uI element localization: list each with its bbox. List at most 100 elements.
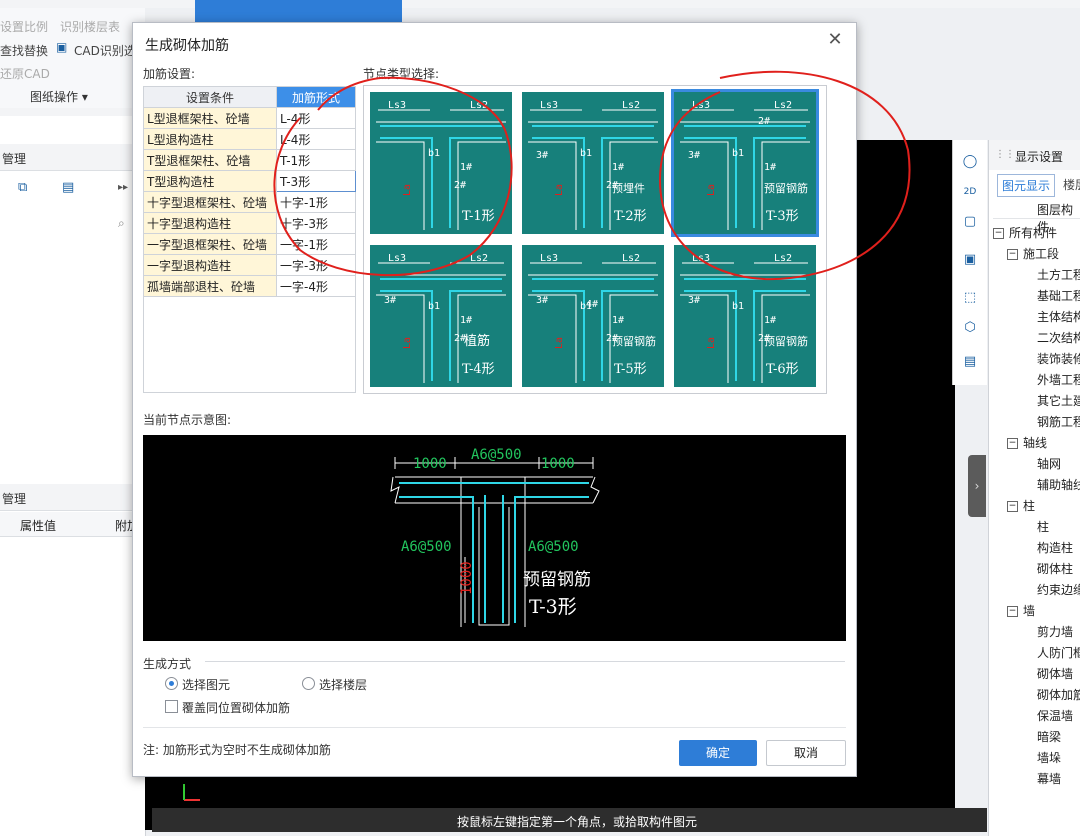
tree-item[interactable]: 柱 xyxy=(1021,518,1049,535)
active-tab-strip xyxy=(195,0,402,22)
view-2d-icon[interactable]: 2D xyxy=(960,182,980,202)
tree-item[interactable]: 其它土建 xyxy=(1021,392,1080,409)
row-condition[interactable]: T型退构造柱 xyxy=(143,170,277,192)
row-form[interactable]: T-3形 xyxy=(276,170,356,192)
element-icon[interactable]: ⬡ xyxy=(960,318,980,338)
tree-item[interactable]: − 墙 xyxy=(1007,602,1035,619)
table-row[interactable]: 孤墙端部退柱、砼墙 一字-4形 xyxy=(143,275,356,297)
ok-button[interactable]: 确定 xyxy=(679,740,757,766)
tab-element-display[interactable]: 图元显示 xyxy=(997,174,1056,197)
table-row[interactable]: 一字型退框架柱、砼墙 一字-1形 xyxy=(143,233,356,255)
ribbon-cad-identify-button[interactable]: CAD识别选 xyxy=(74,42,136,59)
cancel-button[interactable]: 取消 xyxy=(766,740,846,766)
row-form[interactable]: 一字-4形 xyxy=(276,275,356,297)
row-condition[interactable]: L型退构造柱 xyxy=(143,128,277,150)
row-form[interactable]: L-4形 xyxy=(276,107,356,129)
radio-select-element[interactable] xyxy=(165,677,178,690)
tree-item[interactable]: 砌体柱 xyxy=(1021,560,1073,577)
tree-item[interactable]: 基础工程 xyxy=(1021,287,1080,304)
node-option-2[interactable]: Ls3 Ls2 1# 2# b1 La 3# 预埋件 T-2形 xyxy=(522,92,664,234)
radio-select-floor-label[interactable]: 选择楼层 xyxy=(319,676,367,693)
table-row[interactable]: T型退框架柱、砼墙 T-1形 xyxy=(143,149,356,171)
expand-icon[interactable]: ▸▸ xyxy=(118,182,128,193)
ribbon-restore-cad-button[interactable]: 还原CAD xyxy=(0,65,50,82)
row-condition[interactable]: T型退框架柱、砼墙 xyxy=(143,149,277,171)
table-row[interactable]: L型退构造柱 L-4形 xyxy=(143,128,356,150)
preview-right-spec: A6@500 xyxy=(528,539,579,555)
col-form[interactable]: 加筋形式 xyxy=(276,86,356,108)
row-condition[interactable]: 孤墙端部退柱、砼墙 xyxy=(143,275,277,297)
tree-item[interactable]: 外墙工程 xyxy=(1021,371,1080,388)
tree-item[interactable]: 砌体加筋 xyxy=(1021,686,1080,703)
chevron-down-icon[interactable]: ▾ xyxy=(82,90,88,104)
tree-item[interactable]: 保温墙 xyxy=(1021,707,1073,724)
tree-item[interactable]: − 轴线 xyxy=(1007,434,1047,451)
row-condition[interactable]: 一字型退构造柱 xyxy=(143,254,277,276)
tree-item[interactable]: − 所有构件 xyxy=(993,224,1057,241)
node-option-6[interactable]: Ls3 Ls2 1# 2# b1 La 3# 预留钢筋 T-6形 xyxy=(674,245,816,387)
row-condition[interactable]: 一字型退框架柱、砼墙 xyxy=(143,233,277,255)
overwrite-checkbox[interactable] xyxy=(165,700,178,713)
table-row[interactable]: T型退构造柱 T-3形 xyxy=(143,170,356,192)
node-option-1[interactable]: Ls3 Ls2 1# 2# b1 La T-1形 xyxy=(370,92,512,234)
table-row[interactable]: L型退框架柱、砼墙 L-4形 xyxy=(143,107,356,129)
row-form[interactable]: 十字-3形 xyxy=(276,212,356,234)
tree-item[interactable]: 辅助轴线 xyxy=(1021,476,1080,493)
tree-item[interactable]: 幕墙 xyxy=(1021,770,1061,787)
orbit-icon[interactable]: ◯ xyxy=(960,152,980,172)
copy-icon[interactable]: ⧉ xyxy=(18,180,27,195)
ribbon-identify-floor-button[interactable]: 识别楼层表 xyxy=(60,18,120,35)
table-row[interactable]: 十字型退构造柱 十字-3形 xyxy=(143,212,356,234)
select-frame-icon[interactable]: ⬚ xyxy=(960,288,980,308)
tree-item[interactable]: 人防门框 xyxy=(1021,644,1080,661)
tree-item[interactable]: 装饰装修 xyxy=(1021,350,1080,367)
table-row[interactable]: 十字型退框架柱、砼墙 十字-1形 xyxy=(143,191,356,213)
ribbon-scale-button[interactable]: 设置比例 xyxy=(0,18,48,35)
tab-floor[interactable]: 楼层 xyxy=(1063,176,1080,193)
tree-item-label: 柱 xyxy=(1037,520,1050,534)
radio-select-element-label[interactable]: 选择图元 xyxy=(182,676,230,693)
row-condition[interactable]: 十字型退框架柱、砼墙 xyxy=(143,191,277,213)
tree-item[interactable]: 轴网 xyxy=(1021,455,1061,472)
tree-item[interactable]: 约束边缘 xyxy=(1021,581,1080,598)
table-row[interactable]: 一字型退构造柱 一字-3形 xyxy=(143,254,356,276)
radio-select-floor[interactable] xyxy=(302,677,315,690)
node-option-3[interactable]: Ls3 Ls2 1# 2# b1 La 3# 预留钢筋 T-3形 xyxy=(671,89,819,237)
tree-item[interactable]: 砌体墙 xyxy=(1021,665,1073,682)
row-form[interactable]: 一字-3形 xyxy=(276,254,356,276)
tree-item[interactable]: − 柱 xyxy=(1007,497,1035,514)
row-form[interactable]: T-1形 xyxy=(276,149,356,171)
search-icon[interactable]: ⌕ xyxy=(118,216,125,231)
node-option-5[interactable]: Ls3 Ls2 1# 2# b1 La 3# 4# 预留钢筋 T-5形 xyxy=(522,245,664,387)
collapse-icon[interactable]: − xyxy=(993,228,1004,239)
box-3d-icon[interactable]: ▣ xyxy=(960,250,980,270)
row-condition[interactable]: 十字型退构造柱 xyxy=(143,212,277,234)
tree-item[interactable]: 钢筋工程 xyxy=(1021,413,1080,430)
ribbon-find-replace-button[interactable]: 查找替换 xyxy=(0,42,48,59)
overwrite-checkbox-label[interactable]: 覆盖同位置砌体加筋 xyxy=(182,699,290,716)
collapse-handle[interactable]: › xyxy=(968,455,986,517)
collapse-icon[interactable]: − xyxy=(1007,606,1018,617)
row-condition[interactable]: L型退框架柱、砼墙 xyxy=(143,107,277,129)
tree-item[interactable]: − 施工段 xyxy=(1007,245,1059,262)
close-icon[interactable]: ✕ xyxy=(824,29,846,51)
collapse-icon[interactable]: − xyxy=(1007,438,1018,449)
cube-icon[interactable]: ▢ xyxy=(960,212,980,232)
tree-item[interactable]: 暗梁 xyxy=(1021,728,1061,745)
tree-item[interactable]: 主体结构 xyxy=(1021,308,1080,325)
row-form[interactable]: L-4形 xyxy=(276,128,356,150)
node-option-4[interactable]: Ls3 Ls2 1# 2# b1 La 3# 植筋 T-4形 xyxy=(370,245,512,387)
drag-handle-icon[interactable]: ⋮⋮ xyxy=(995,149,1015,160)
row-form[interactable]: 一字-1形 xyxy=(276,233,356,255)
tree-item[interactable]: 二次结构 xyxy=(1021,329,1080,346)
row-form[interactable]: 十字-1形 xyxy=(276,191,356,213)
save-icon[interactable]: ▤ xyxy=(62,180,74,195)
rebar-1-label: 1# xyxy=(460,315,472,326)
collapse-icon[interactable]: − xyxy=(1007,249,1018,260)
tree-item[interactable]: 土方工程 xyxy=(1021,266,1080,283)
tree-item[interactable]: 构造柱 xyxy=(1021,539,1073,556)
collapse-icon[interactable]: − xyxy=(1007,501,1018,512)
tree-item[interactable]: 剪力墙 xyxy=(1021,623,1073,640)
tree-item[interactable]: 墙垛 xyxy=(1021,749,1061,766)
properties-icon[interactable]: ▤ xyxy=(960,352,980,372)
